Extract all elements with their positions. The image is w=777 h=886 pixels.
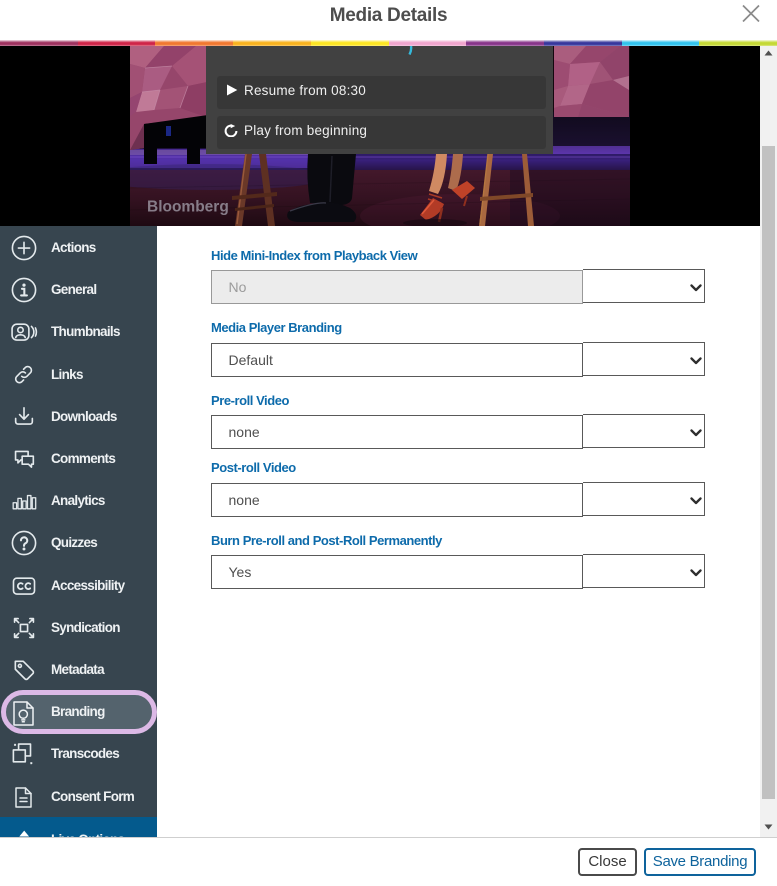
svg-text:Bloomberg: Bloomberg <box>147 199 229 216</box>
